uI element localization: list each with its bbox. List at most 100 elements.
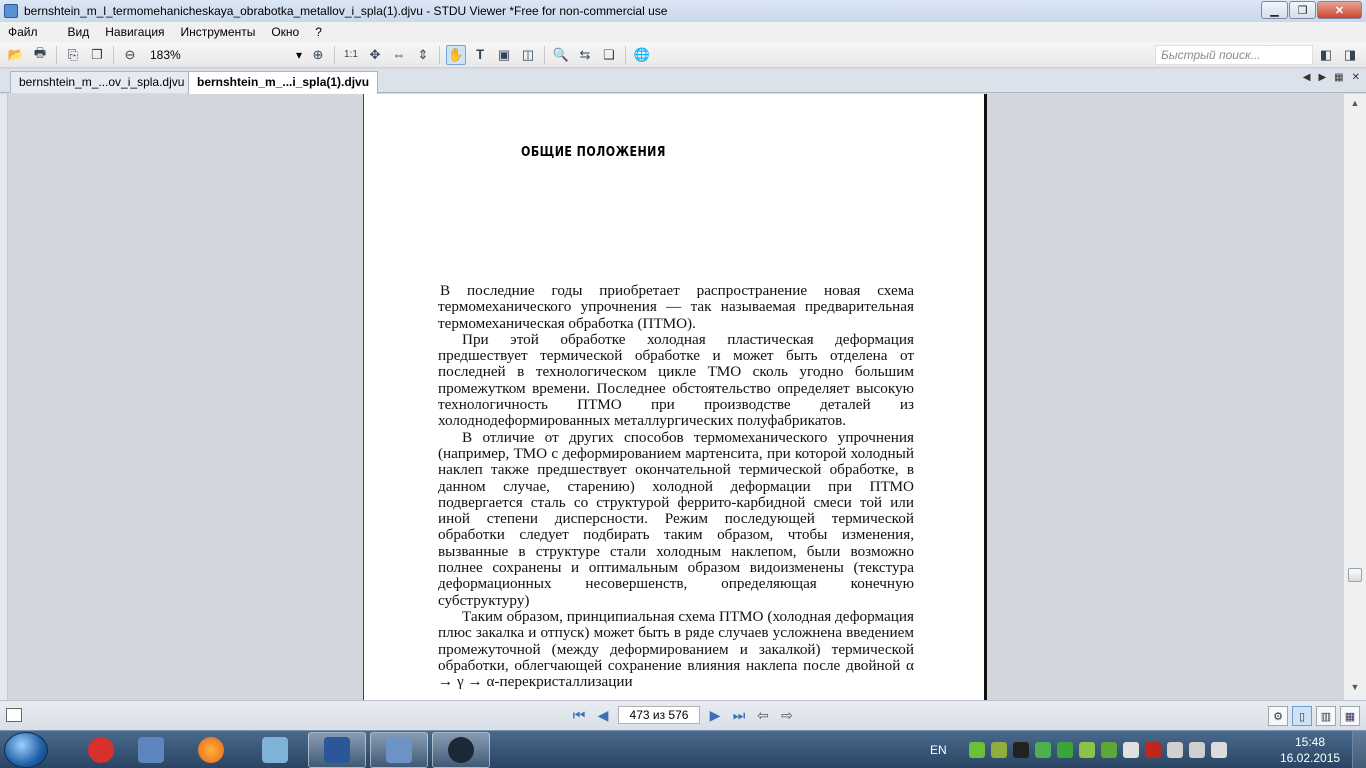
history-back-icon[interactable]: ⇦ bbox=[754, 706, 772, 724]
title-bar: bernshtein_m_l_termomehanicheskaya_obrab… bbox=[0, 0, 1366, 22]
clock[interactable]: 15:48 16.02.2015 bbox=[1280, 734, 1340, 766]
zoom-in-icon[interactable]: ⊕ bbox=[308, 45, 328, 65]
flag-icon[interactable] bbox=[1122, 742, 1139, 758]
tray-icon[interactable] bbox=[968, 742, 985, 758]
fit-height-icon[interactable]: ⇕ bbox=[413, 45, 433, 65]
menu-window[interactable]: Окно bbox=[263, 25, 307, 39]
menu-file[interactable]: Файл bbox=[0, 25, 46, 39]
zoom-value: 183% bbox=[150, 47, 181, 62]
tray-icon[interactable] bbox=[1100, 742, 1117, 758]
menu-view[interactable]: Вид bbox=[60, 25, 98, 39]
taskbar-stdu-viewer[interactable] bbox=[370, 732, 428, 768]
tab-close-icon[interactable]: ✕ bbox=[1352, 72, 1360, 83]
show-desktop-button[interactable] bbox=[1352, 731, 1366, 768]
stdu-viewer-icon bbox=[386, 737, 412, 763]
volume-icon[interactable] bbox=[1188, 742, 1205, 758]
page-heading: ОБЩИЕ ПОЛОЖЕНИЯ bbox=[521, 145, 666, 160]
tab-document-2[interactable]: bernshtein_m_...i_spla(1).djvu bbox=[188, 71, 379, 94]
tab-document-1[interactable]: bernshtein_m_...ov_i_spla.djvu bbox=[10, 71, 194, 93]
language-indicator[interactable]: EN bbox=[930, 743, 947, 757]
taskbar-explorer[interactable] bbox=[246, 732, 304, 768]
page-body: В последние годы приобретает распростран… bbox=[438, 282, 914, 690]
fit-width-icon[interactable]: ⇔ bbox=[389, 45, 409, 65]
minimize-button[interactable]: ▁ bbox=[1261, 1, 1288, 19]
single-page-view-icon[interactable]: ▯ bbox=[1292, 706, 1312, 726]
find-icon[interactable]: 🔍 bbox=[551, 45, 571, 65]
status-bar: ⏮ ◀ 473 из 576 ▶ ⏭ ⇦ ⇨ ⚙ ▯ ▥ ▦ bbox=[0, 700, 1366, 730]
grid-view-icon[interactable]: ▦ bbox=[1340, 706, 1360, 726]
tray-icon[interactable] bbox=[1056, 742, 1073, 758]
toolbar-separator bbox=[544, 45, 545, 64]
taskbar-word[interactable] bbox=[308, 732, 366, 768]
menu-navigation[interactable]: Навигация bbox=[97, 25, 172, 39]
text-select-icon[interactable]: 𝐓 bbox=[470, 45, 490, 65]
maximize-button[interactable]: ❐ bbox=[1289, 1, 1316, 19]
snapshot-icon[interactable]: ◫ bbox=[518, 45, 538, 65]
scrollbar-thumb[interactable] bbox=[1348, 568, 1362, 582]
fit-page-icon[interactable]: ✥ bbox=[365, 45, 385, 65]
export-icon[interactable]: ⎘ bbox=[63, 45, 83, 65]
tray-icon[interactable] bbox=[1210, 742, 1227, 758]
window-controls: ▁ ❐ ✕ bbox=[1260, 1, 1362, 19]
tab-next-icon[interactable]: ▶ bbox=[1318, 72, 1326, 83]
first-page-icon[interactable]: ⏮ bbox=[570, 706, 588, 724]
last-page-icon[interactable]: ⏭ bbox=[730, 706, 748, 724]
prev-page-icon[interactable]: ◀ bbox=[594, 706, 612, 724]
start-button[interactable] bbox=[4, 732, 48, 768]
ati-icon[interactable] bbox=[1144, 742, 1161, 758]
settings-icon[interactable]: ⚙ bbox=[1268, 706, 1288, 726]
tab-controls: ◀ ▶ ▦ ✕ bbox=[1303, 72, 1360, 83]
toggle-sidebar-icon[interactable] bbox=[6, 708, 22, 722]
toolbar-separator bbox=[334, 45, 335, 64]
scroll-up-icon[interactable]: ▲ bbox=[1349, 98, 1361, 110]
tray-icon[interactable] bbox=[1034, 742, 1051, 758]
menu-tools[interactable]: Инструменты bbox=[173, 25, 264, 39]
clock-time: 15:48 bbox=[1294, 735, 1326, 749]
menu-help[interactable]: ? bbox=[307, 25, 330, 39]
app-key-icon bbox=[138, 737, 164, 763]
toolbar-separator bbox=[56, 45, 57, 64]
document-viewer[interactable]: ОБЩИЕ ПОЛОЖЕНИЯ В последние годы приобре… bbox=[8, 94, 1343, 700]
zoom-select[interactable]: 183% ▾ bbox=[146, 46, 306, 64]
app-icon bbox=[4, 4, 18, 18]
swap-icon[interactable]: ⇆ bbox=[575, 45, 595, 65]
page-number-field[interactable]: 473 из 576 bbox=[618, 706, 700, 724]
actual-size-button[interactable]: 1:1 bbox=[341, 45, 361, 65]
page-navigation: ⏮ ◀ 473 из 576 ▶ ⏭ ⇦ ⇨ bbox=[570, 706, 796, 724]
vertical-scrollbar[interactable]: ▲ ▼ bbox=[1343, 94, 1366, 700]
toolbar: 📂 🖶 ⎘ ❐ ⊖ 183% ▾ ⊕ 1:1 ✥ ⇔ ⇕ ✋ 𝐓 ▣ ◫ 🔍 ⇆… bbox=[0, 42, 1366, 68]
toolbar-separator bbox=[113, 45, 114, 64]
hand-tool-icon[interactable]: ✋ bbox=[446, 44, 466, 65]
tab-tile-icon[interactable]: ▦ bbox=[1334, 72, 1343, 83]
close-button[interactable]: ✕ bbox=[1317, 1, 1362, 19]
print-icon[interactable]: 🖶 bbox=[30, 45, 50, 65]
taskbar-app-2[interactable] bbox=[122, 732, 180, 768]
next-page-icon[interactable]: ▶ bbox=[706, 706, 724, 724]
paragraph: В отличие от других способов термомехани… bbox=[438, 428, 914, 609]
zoom-out-icon[interactable]: ⊖ bbox=[120, 45, 140, 65]
tray-icon[interactable] bbox=[990, 742, 1007, 758]
chevron-down-icon: ▾ bbox=[295, 47, 302, 62]
image-select-icon[interactable]: ▣ bbox=[494, 45, 514, 65]
scroll-down-icon[interactable]: ▼ bbox=[1349, 682, 1361, 694]
word-icon bbox=[324, 737, 350, 763]
two-page-view-icon[interactable]: ▥ bbox=[1316, 706, 1336, 726]
menu-bar: Файл Вид Навигация Инструменты Окно ? bbox=[0, 22, 1366, 42]
taskbar-firefox[interactable] bbox=[182, 732, 240, 768]
tray-icon[interactable] bbox=[1078, 742, 1095, 758]
steam-tray-icon[interactable] bbox=[1012, 742, 1029, 758]
sidebar-collapsed-edge[interactable] bbox=[0, 94, 8, 700]
folder-icon bbox=[262, 737, 288, 763]
search-next-icon[interactable]: ◨ bbox=[1340, 45, 1360, 65]
taskbar-steam[interactable] bbox=[432, 732, 490, 768]
search-prev-icon[interactable]: ◧ bbox=[1316, 45, 1336, 65]
copy-page-icon[interactable]: ❐ bbox=[87, 45, 107, 65]
web-icon[interactable]: 🌐 bbox=[632, 45, 652, 65]
history-forward-icon[interactable]: ⇨ bbox=[778, 706, 796, 724]
open-folder-icon[interactable]: 📂 bbox=[6, 45, 26, 65]
quick-search-input[interactable]: Быстрый поиск... bbox=[1155, 45, 1313, 65]
copy-icon[interactable]: ❏ bbox=[599, 45, 619, 65]
network-icon[interactable] bbox=[1166, 742, 1183, 758]
tab-prev-icon[interactable]: ◀ bbox=[1303, 72, 1311, 83]
toolbar-separator bbox=[625, 45, 626, 64]
